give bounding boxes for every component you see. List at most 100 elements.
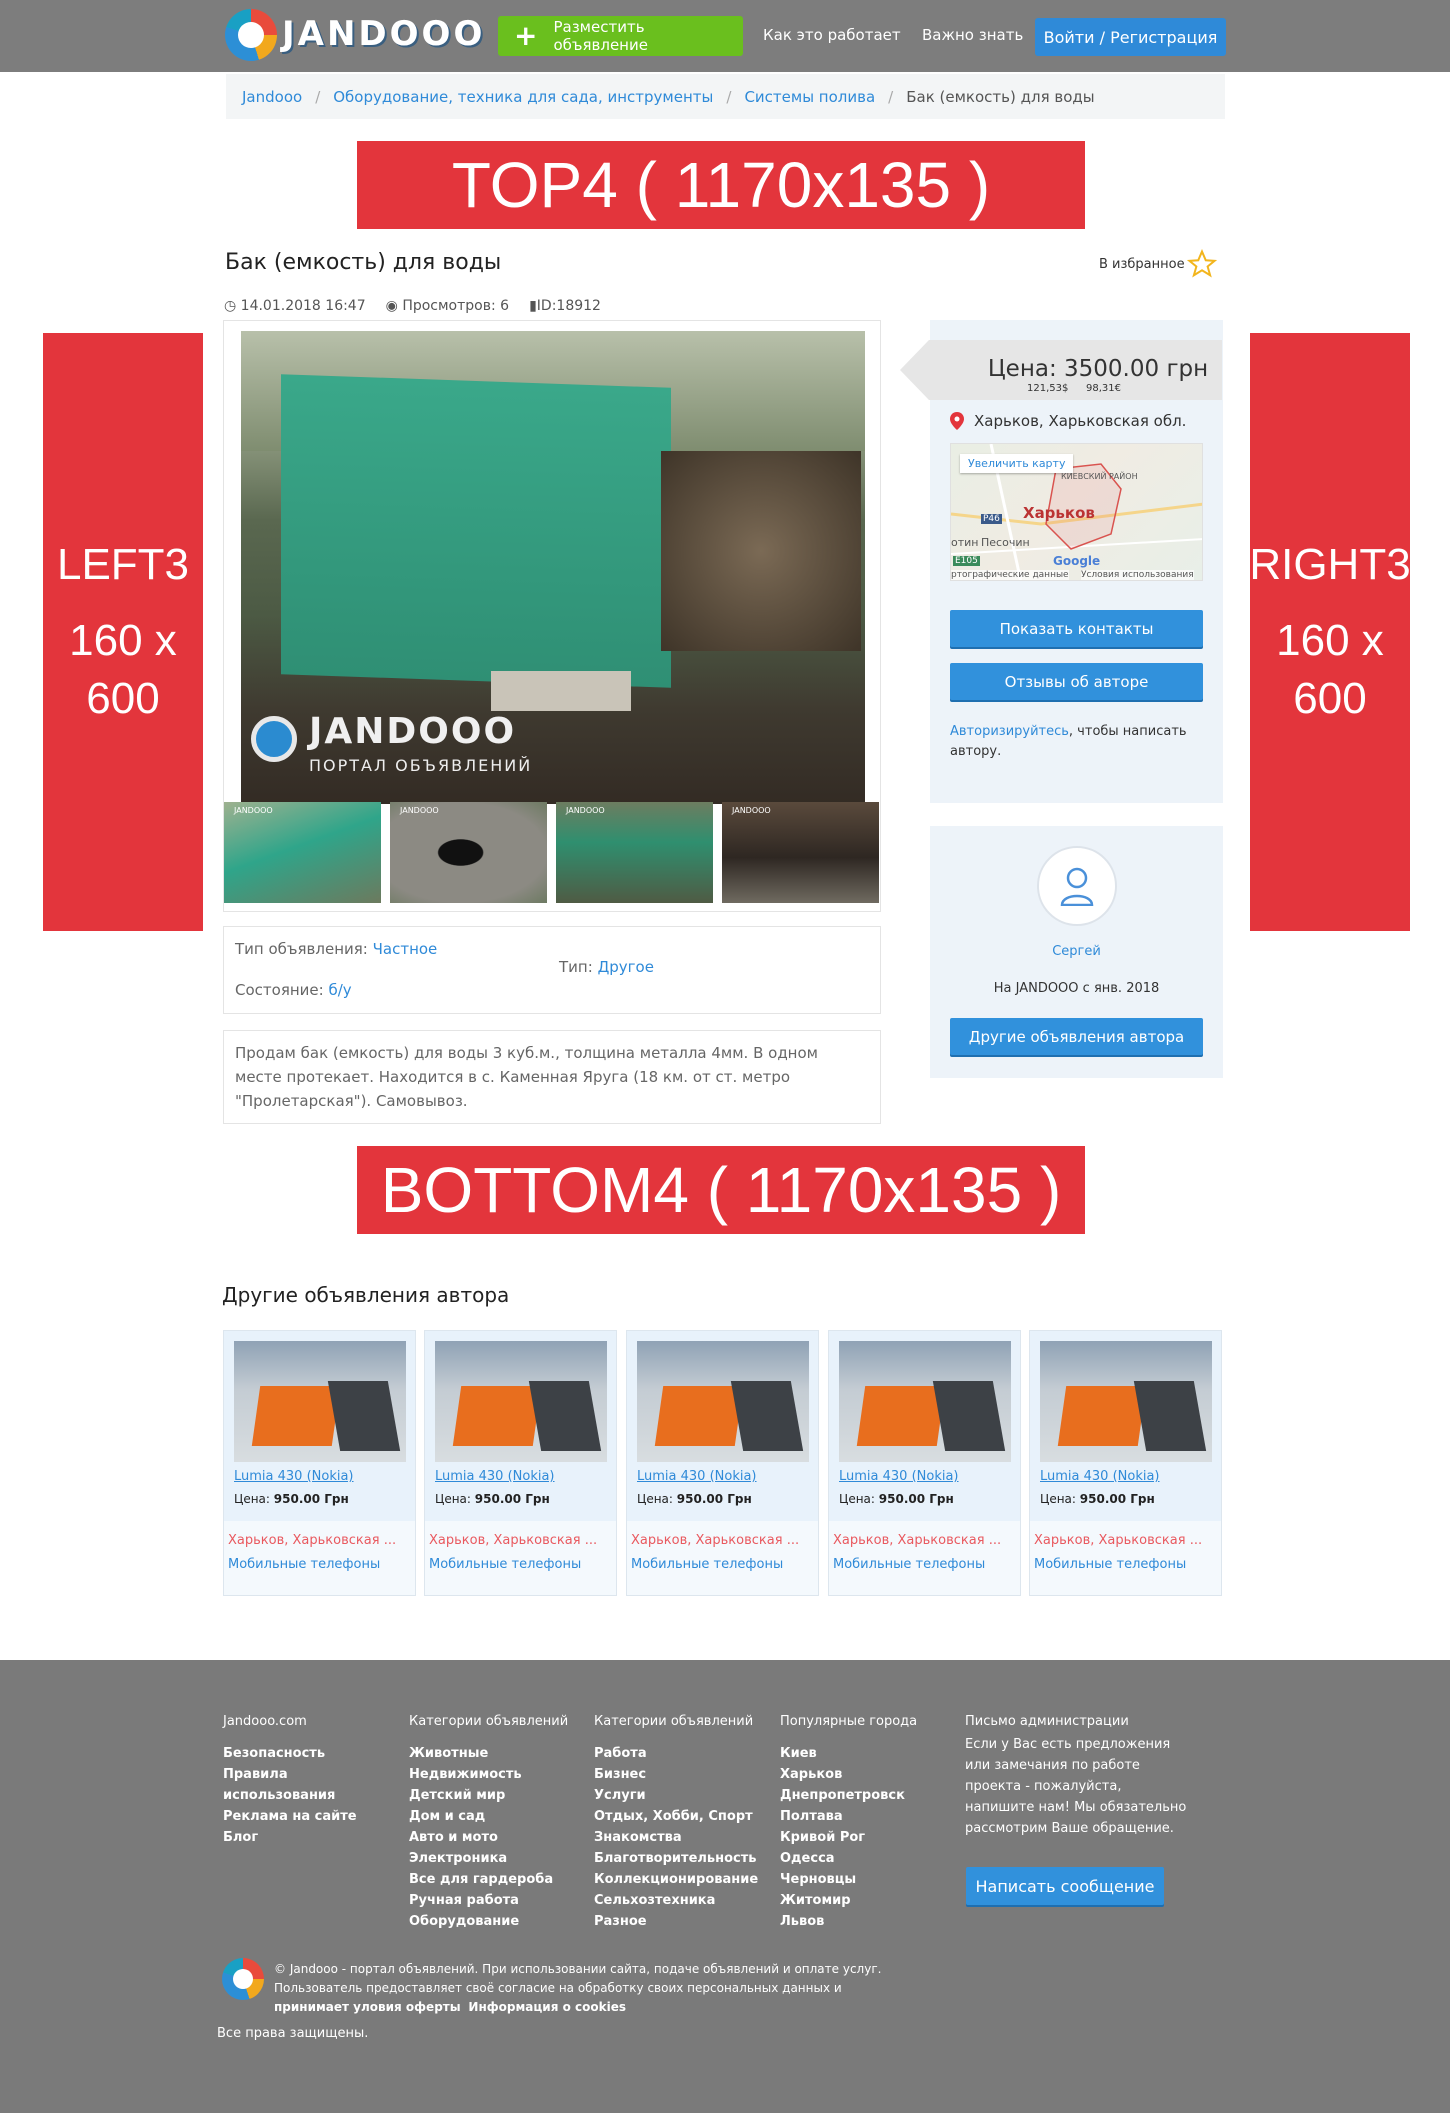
footer-link[interactable]: Авто и мото xyxy=(409,1827,568,1848)
logo-icon[interactable] xyxy=(225,9,277,61)
footer-link[interactable]: Правила xyxy=(223,1764,357,1785)
footer-link[interactable]: Львов xyxy=(780,1911,917,1932)
ad-card[interactable]: Lumia 430 (Nokia) Цена: 950.00 Грн Харьков… xyxy=(424,1330,617,1596)
footer-link[interactable]: Ручная работа xyxy=(409,1890,568,1911)
breadcrumb-home[interactable]: Jandooo xyxy=(242,88,302,106)
avatar[interactable] xyxy=(1037,846,1117,926)
other-ads-button[interactable]: Другие объявления автора xyxy=(950,1018,1203,1055)
favorite-label[interactable]: В избранное xyxy=(1099,257,1185,272)
author-reviews-button[interactable]: Отзывы об авторе xyxy=(950,663,1203,700)
footer-link[interactable]: Благотворительность xyxy=(594,1848,758,1869)
prop-condition-value[interactable]: б/у xyxy=(328,981,351,999)
footer-link[interactable]: Сельхозтехника xyxy=(594,1890,758,1911)
breadcrumb-subcategory[interactable]: Системы полива xyxy=(744,88,875,106)
product-box xyxy=(251,1386,341,1446)
footer-link[interactable]: Коллекционирование xyxy=(594,1869,758,1890)
map-terms-link[interactable]: Условия использования xyxy=(1081,570,1194,580)
ad-card-title[interactable]: Lumia 430 (Nokia) xyxy=(1040,1469,1160,1484)
footer-link[interactable]: Харьков xyxy=(780,1764,917,1785)
footer-link[interactable]: Киев xyxy=(780,1743,917,1764)
footer-link[interactable]: Отдых, Хобби, Спорт xyxy=(594,1806,758,1827)
star-icon[interactable] xyxy=(1187,249,1217,279)
footer-link[interactable]: Бизнес xyxy=(594,1764,758,1785)
nav-how-it-works[interactable]: Как это работает xyxy=(763,26,901,44)
prop-kind-value[interactable]: Другое xyxy=(598,958,654,976)
ad-card-title[interactable]: Lumia 430 (Nokia) xyxy=(435,1469,555,1484)
author-name[interactable]: Сергей xyxy=(930,944,1223,959)
ad-card-price-label: Цена: xyxy=(637,1492,677,1506)
thumbnail-3[interactable]: JANDOOO xyxy=(556,802,713,903)
footer-link[interactable]: Недвижимость xyxy=(409,1764,568,1785)
listing-meta: ◷ 14.01.2018 16:47 ◉ Просмотров: 6 ▮ID:1… xyxy=(224,298,601,314)
ad-banner-top[interactable]: TOP4 ( 1170x135 ) xyxy=(357,141,1085,229)
ad-card[interactable]: Lumia 430 (Nokia) Цена: 950.00 Грн Харьков… xyxy=(828,1330,1021,1596)
footer-letter-text: Если у Вас есть предложения или замечани… xyxy=(965,1737,1187,1836)
ad-card-category[interactable]: Мобильные телефоны xyxy=(1034,1557,1186,1572)
ad-card-image[interactable] xyxy=(234,1341,406,1462)
product-phone xyxy=(932,1381,1006,1451)
footer-link[interactable]: Все для гардероба xyxy=(409,1869,568,1890)
post-ad-button[interactable]: + Разместить объявление xyxy=(498,16,743,56)
offer-terms-link[interactable]: принимает уловия оферты xyxy=(274,2000,461,2014)
location-map[interactable]: Увеличить карту КИЕВСКИЙ РАЙОН Харьков П… xyxy=(950,443,1203,581)
footer-link[interactable]: Черновцы xyxy=(780,1869,917,1890)
site-header: JANDOOO + Разместить объявление Как это … xyxy=(0,0,1450,72)
footer-link[interactable]: Реклама на сайте xyxy=(223,1806,357,1827)
ad-banner-right[interactable]: RIGHT3 160 x 600 xyxy=(1249,333,1411,931)
ad-card[interactable]: Lumia 430 (Nokia) Цена: 950.00 Грн Харьков… xyxy=(223,1330,416,1596)
footer-link[interactable]: Знакомства xyxy=(594,1827,758,1848)
footer-link[interactable]: Одесса xyxy=(780,1848,917,1869)
footer-link[interactable]: Оборудование xyxy=(409,1911,568,1932)
ad-card-title[interactable]: Lumia 430 (Nokia) xyxy=(839,1469,959,1484)
footer-link[interactable]: Работа xyxy=(594,1743,758,1764)
breadcrumb-category[interactable]: Оборудование, техника для сада, инструме… xyxy=(333,88,713,106)
footer-link[interactable]: Днепропетровск xyxy=(780,1785,917,1806)
ad-card-image[interactable] xyxy=(435,1341,607,1462)
footer-link[interactable]: Блог xyxy=(223,1827,357,1848)
footer-link[interactable]: Детский мир xyxy=(409,1785,568,1806)
ad-card-image[interactable] xyxy=(1040,1341,1212,1462)
thumbnail-4[interactable]: JANDOOO xyxy=(722,802,879,903)
footer-link[interactable]: Разное xyxy=(594,1911,758,1932)
auth-link[interactable]: Авторизируйтесь xyxy=(950,724,1069,739)
nav-important[interactable]: Важно знать xyxy=(922,26,1023,44)
footer-link[interactable]: Животные xyxy=(409,1743,568,1764)
ad-card-category[interactable]: Мобильные телефоны xyxy=(228,1557,380,1572)
ad-card-image[interactable] xyxy=(637,1341,809,1462)
thumbnail-1[interactable]: JANDOOO xyxy=(224,802,381,903)
ad-card-price-label: Цена: xyxy=(234,1492,274,1506)
main-photo[interactable]: JANDOOO ПОРТАЛ ОБЪЯВЛЕНИЙ xyxy=(241,331,865,804)
ad-card-price-value: 950.00 Грн xyxy=(474,1492,550,1506)
write-message-button[interactable]: Написать сообщение xyxy=(966,1867,1164,1905)
price-eur: 98,31€ xyxy=(1086,383,1121,394)
ad-card-category[interactable]: Мобильные телефоны xyxy=(833,1557,985,1572)
ad-card-title[interactable]: Lumia 430 (Nokia) xyxy=(234,1469,354,1484)
footer-link[interactable]: использования xyxy=(223,1785,357,1806)
footer-link[interactable]: Дом и сад xyxy=(409,1806,568,1827)
cookies-link[interactable]: Информация о cookies xyxy=(468,2000,626,2014)
ad-banner-left[interactable]: LEFT3 160 x 600 xyxy=(43,333,203,931)
ad-card-category[interactable]: Мобильные телефоны xyxy=(429,1557,581,1572)
logo-text[interactable]: JANDOOO xyxy=(282,14,485,54)
photo-branches xyxy=(661,451,861,651)
ad-card[interactable]: Lumia 430 (Nokia) Цена: 950.00 Грн Харьков… xyxy=(1029,1330,1222,1596)
ad-card-image[interactable] xyxy=(839,1341,1011,1462)
footer-link[interactable]: Кривой Рог xyxy=(780,1827,917,1848)
footer-link[interactable]: Безопасность xyxy=(223,1743,357,1764)
footer-link[interactable]: Полтава xyxy=(780,1806,917,1827)
thumbnail-2[interactable]: JANDOOO xyxy=(390,802,547,903)
ad-card-title[interactable]: Lumia 430 (Nokia) xyxy=(637,1469,757,1484)
show-contacts-button[interactable]: Показать контакты xyxy=(950,610,1203,647)
ad-banner-bottom[interactable]: BOTTOM4 ( 1170x135 ) xyxy=(357,1146,1085,1234)
footer-link[interactable]: Житомир xyxy=(780,1890,917,1911)
ad-left-name: LEFT3 xyxy=(56,540,190,589)
map-zoom-button[interactable]: Увеличить карту xyxy=(960,454,1074,473)
prop-ad-type-value[interactable]: Частное xyxy=(373,940,438,958)
map-village: Песочин xyxy=(981,536,1030,549)
ad-card-category[interactable]: Мобильные телефоны xyxy=(631,1557,783,1572)
footer-link[interactable]: Электроника xyxy=(409,1848,568,1869)
ad-card-price-label: Цена: xyxy=(435,1492,475,1506)
login-button[interactable]: Войти / Регистрация xyxy=(1035,18,1226,56)
ad-card[interactable]: Lumia 430 (Nokia) Цена: 950.00 Грн Харьков… xyxy=(626,1330,819,1596)
footer-link[interactable]: Услуги xyxy=(594,1785,758,1806)
